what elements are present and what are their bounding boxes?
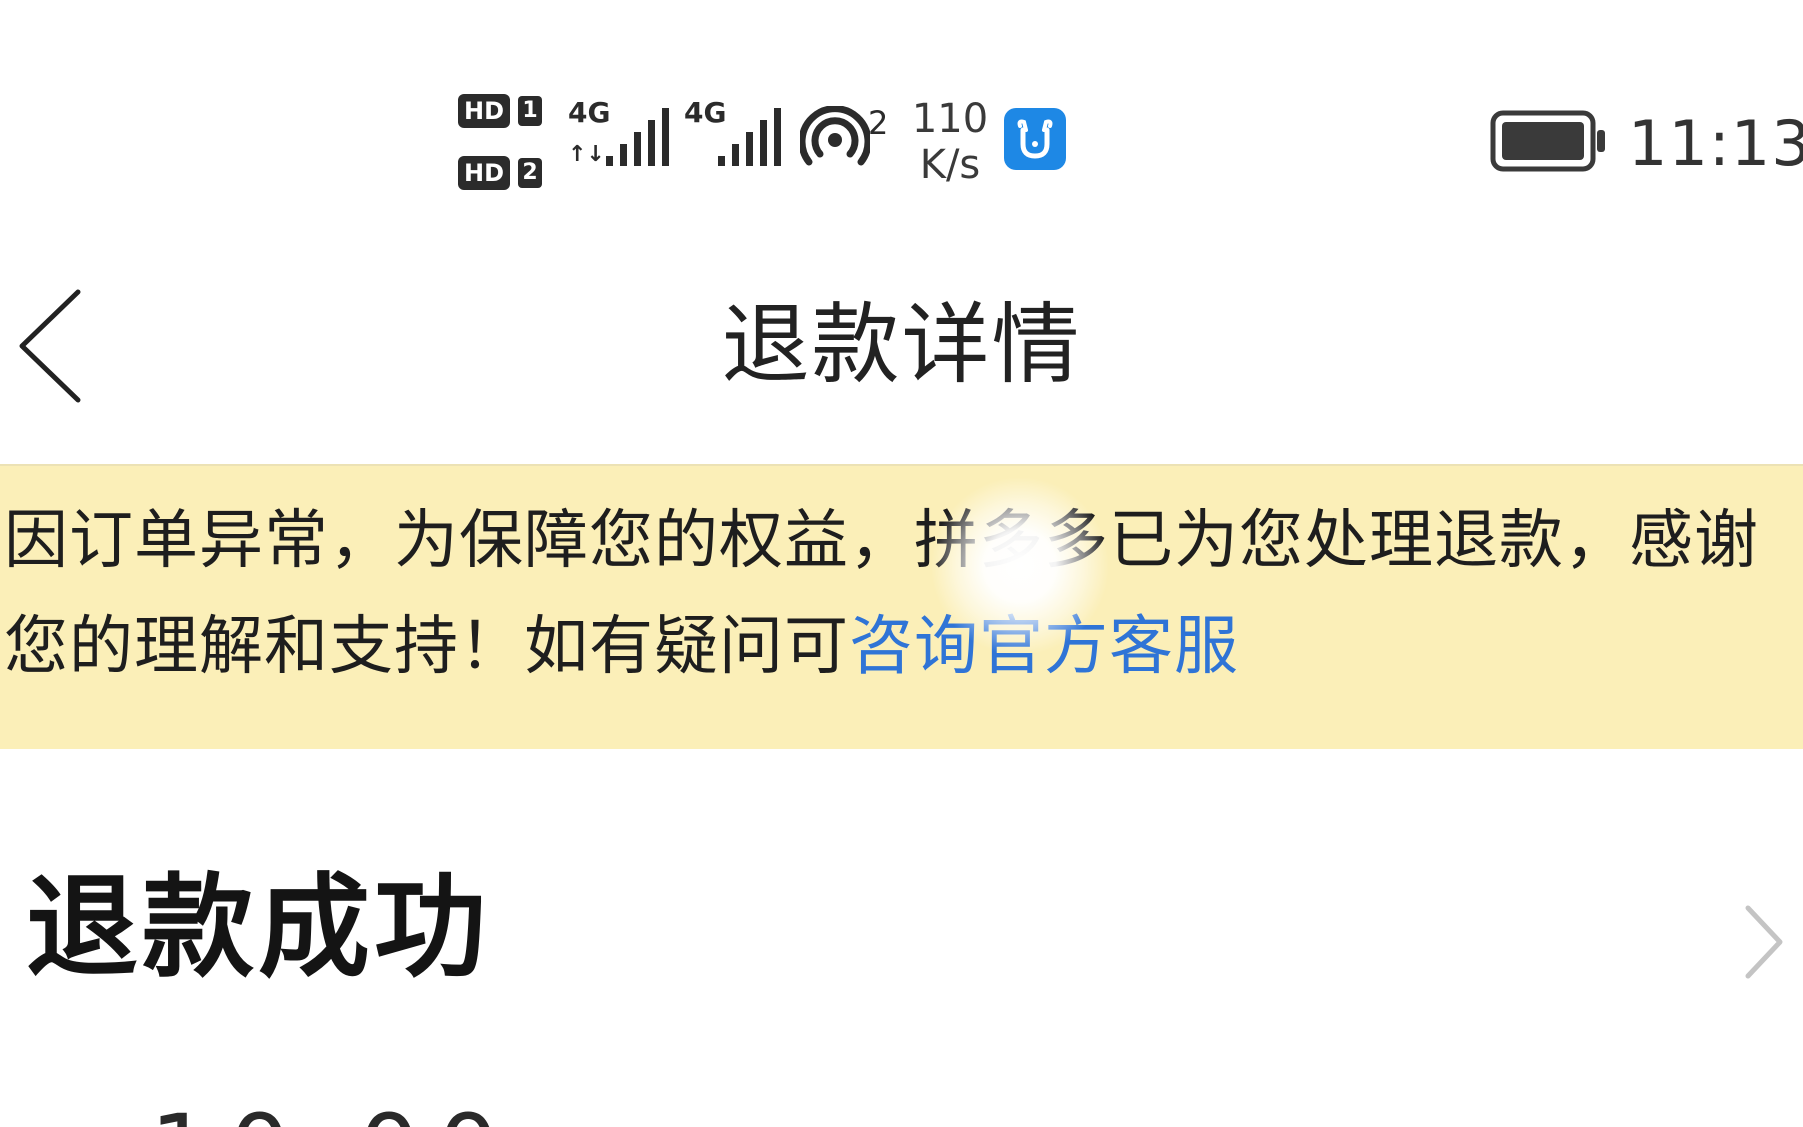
signal-bars-icon <box>606 108 669 166</box>
sim2-indicator: HD 2 <box>458 154 543 192</box>
sim-indicators: HD 1 HD 2 <box>458 92 543 216</box>
sim1-indicator: HD 1 <box>458 92 543 130</box>
chevron-right-icon <box>1745 905 1783 979</box>
nav-header: 退款详情 <box>0 230 1803 460</box>
bull-icon <box>1004 108 1066 170</box>
hd-badge: HD <box>458 156 511 190</box>
speed-unit: K/s <box>919 142 981 188</box>
partial-time-text: 10:00 <box>150 1100 517 1127</box>
clock: 11:13 <box>1628 107 1803 180</box>
network-speed: 110 K/s <box>910 96 990 188</box>
hotspot-icon <box>800 106 870 166</box>
status-bar: HD 1 HD 2 4G ↑↓ 4G 2 110 K/s 11:13 <box>0 0 1803 230</box>
contact-customer-service-link[interactable]: 咨询官方客服 <box>849 610 1239 684</box>
signal-bars-icon <box>718 108 781 166</box>
refund-status-row[interactable]: 退款成功 <box>0 840 1803 1020</box>
refund-details-screen: HD 1 HD 2 4G ↑↓ 4G 2 110 K/s 11:13 退款详情 … <box>0 0 1803 1127</box>
hotspot-badge: 2 <box>868 104 889 142</box>
battery-icon <box>1490 110 1605 172</box>
notice-text: 因订单异常，为保障您的权益，拼多多已为您处理退款，感谢您的理解和支持！如有疑问可… <box>4 488 1794 700</box>
sim-slot-number: 2 <box>518 158 543 188</box>
refund-notice-banner: 因订单异常，为保障您的权益，拼多多已为您处理退款，感谢您的理解和支持！如有疑问可… <box>0 464 1803 749</box>
hd-badge: HD <box>458 94 511 128</box>
sim-slot-number: 1 <box>518 96 543 126</box>
speed-value: 110 <box>911 96 989 142</box>
refund-status-title: 退款成功 <box>26 863 490 993</box>
page-title: 退款详情 <box>721 293 1082 396</box>
